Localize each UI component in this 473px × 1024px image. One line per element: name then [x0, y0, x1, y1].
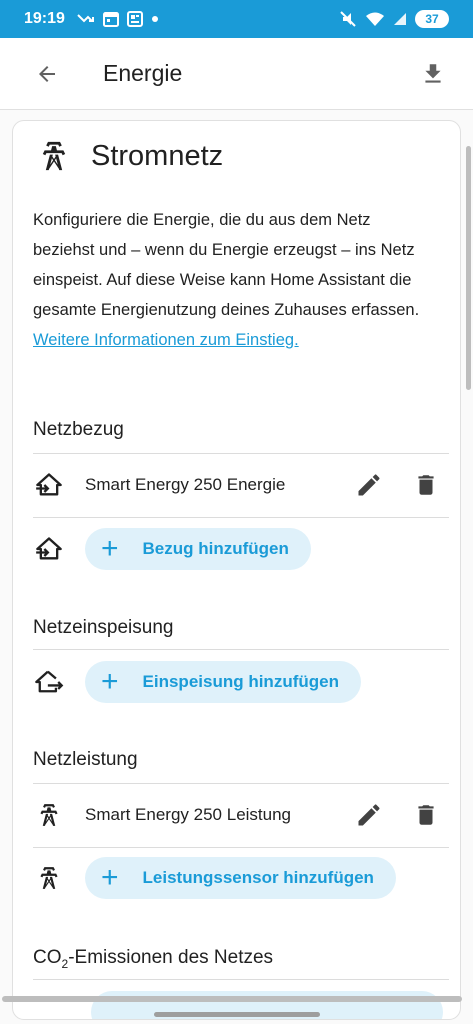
list-item-leistung: Smart Energy 250 Leistung: [33, 797, 449, 833]
divider: [33, 783, 449, 784]
divider: [33, 517, 449, 518]
section-title-co2: CO2-Emissionen des Netzes: [33, 947, 274, 971]
edit-pencil-icon[interactable]: [355, 801, 383, 829]
grid-card: Stromnetz Konfiguriere die Energie, die …: [12, 120, 461, 1020]
mute-icon: [340, 11, 356, 27]
edit-pencil-icon[interactable]: [355, 471, 383, 499]
gesture-bar[interactable]: [154, 1012, 320, 1017]
arrow-left-icon: [39, 65, 55, 82]
news-icon: [126, 11, 143, 27]
vertical-scrollbar[interactable]: [466, 146, 471, 390]
horizontal-scrollbar[interactable]: [2, 996, 462, 1002]
add-bezug-label: Bezug hinzufügen: [142, 539, 289, 558]
page-title: Energie: [103, 60, 183, 86]
add-row-leistung: + Leistungssensor hinzufügen: [33, 857, 449, 899]
home-import-icon: [33, 533, 65, 565]
add-einspeisung-button[interactable]: + Einspeisung hinzufügen: [85, 661, 361, 703]
signal-icon: [394, 13, 406, 25]
transmission-tower-icon: [33, 862, 65, 894]
status-time: 19:19: [24, 10, 65, 27]
add-leistung-label: Leistungssensor hinzufügen: [142, 868, 374, 887]
status-bar: 19:19 37: [0, 0, 473, 38]
dot-icon: [151, 16, 158, 22]
plus-icon: +: [101, 861, 119, 894]
plus-icon: +: [101, 532, 119, 565]
transmission-tower-icon: [33, 799, 65, 831]
missed-call-icon: [77, 14, 94, 23]
divider: [33, 453, 449, 454]
delete-trash-icon[interactable]: [413, 802, 439, 828]
bezug-item-label: Smart Energy 250 Energie: [85, 475, 286, 494]
battery-icon: 37: [415, 10, 449, 28]
plus-icon: +: [101, 665, 119, 698]
add-bezug-button[interactable]: + Bezug hinzufügen: [85, 528, 311, 570]
transmission-tower-icon: [42, 141, 66, 171]
home-export-icon: [33, 666, 65, 698]
add-leistung-button[interactable]: + Leistungssensor hinzufügen: [85, 857, 396, 899]
description-text: Konfiguriere die Energie, die du aus dem…: [33, 211, 420, 319]
card-header: Stromnetz: [37, 137, 223, 175]
section-title-leistung: Netzleistung: [33, 749, 138, 770]
list-item-bezug: Smart Energy 250 Energie: [33, 467, 449, 503]
add-row-einspeisung: + Einspeisung hinzufügen: [33, 661, 449, 703]
leistung-item-label: Smart Energy 250 Leistung: [85, 805, 292, 824]
download-icon: [425, 63, 441, 83]
add-row-bezug: + Bezug hinzufügen: [33, 528, 449, 570]
divider: [33, 649, 449, 650]
getting-started-link[interactable]: Weitere Informationen zum Einstieg.: [33, 331, 299, 349]
section-title-einspeisung: Netzeinspeisung: [33, 617, 174, 638]
section-title-bezug: Netzbezug: [33, 419, 124, 440]
add-einspeisung-label: Einspeisung hinzufügen: [142, 672, 339, 691]
divider: [33, 847, 449, 848]
calendar-icon: [102, 12, 119, 27]
card-description: Konfiguriere die Energie, die du aus dem…: [33, 205, 433, 355]
download-button[interactable]: [411, 52, 455, 96]
home-import-icon: [33, 469, 65, 501]
delete-trash-icon[interactable]: [413, 472, 439, 498]
card-title: Stromnetz: [91, 139, 224, 172]
divider: [33, 979, 449, 980]
back-button[interactable]: [19, 46, 75, 102]
app-bar: Energie: [0, 38, 473, 110]
wifi-icon: [366, 12, 384, 26]
